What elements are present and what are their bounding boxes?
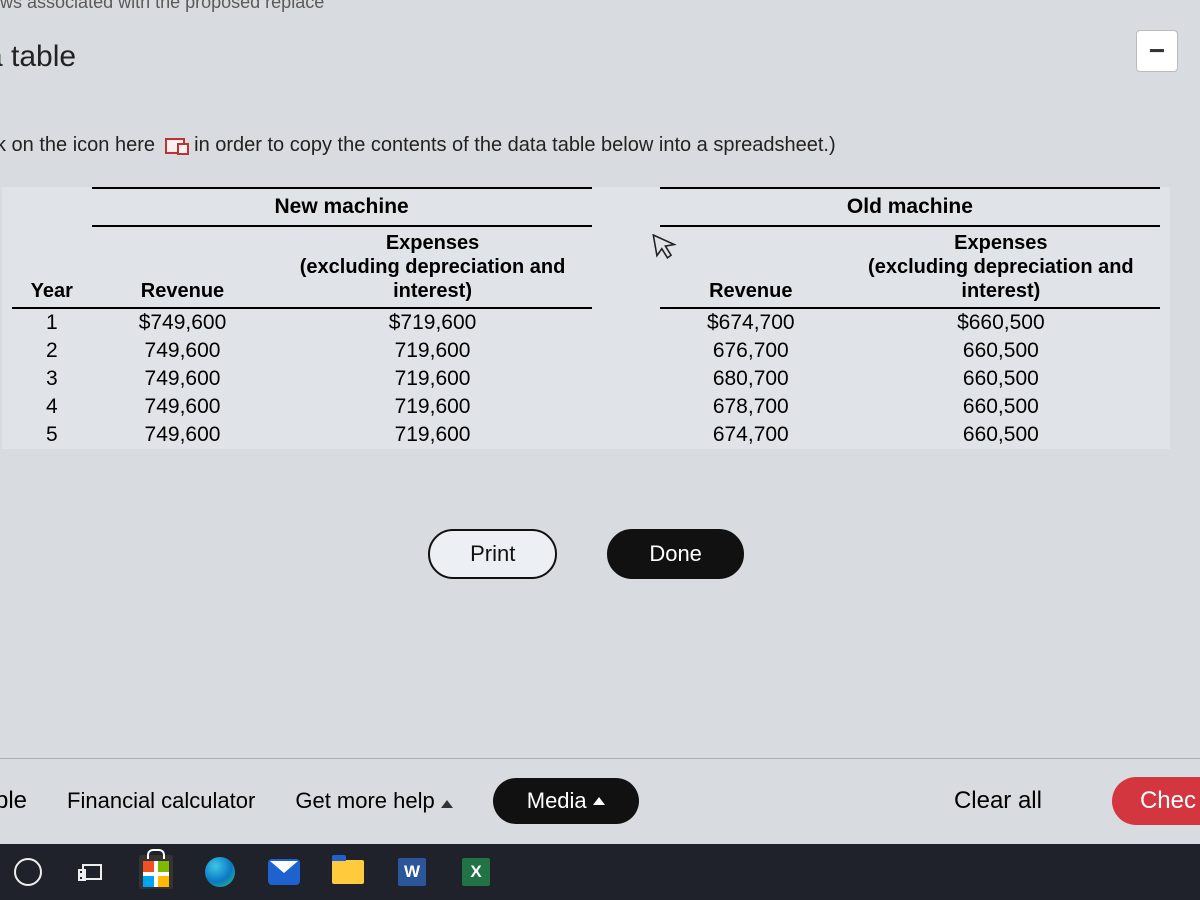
cell-new-revenue: 749,600 <box>92 337 274 365</box>
footer-toolbar: ple Financial calculator Get more help M… <box>0 758 1200 825</box>
check-button[interactable]: Chec <box>1112 777 1200 825</box>
header-new-machine: New machine <box>92 188 592 226</box>
file-explorer-icon[interactable] <box>330 854 366 890</box>
microsoft-store-icon[interactable] <box>138 854 174 890</box>
cell-new-revenue: 749,600 <box>92 421 274 449</box>
cell-new-expenses: 719,600 <box>273 421 591 449</box>
header-new-revenue: Revenue <box>92 226 274 308</box>
cell-old-revenue: 674,700 <box>660 421 842 449</box>
financial-calculator-link[interactable]: Financial calculator <box>67 788 255 814</box>
instruction-suffix: in order to copy the contents of the dat… <box>194 134 836 156</box>
task-view-icon[interactable] <box>74 854 110 890</box>
table-row: 2749,600719,600 676,700660,500 <box>12 337 1160 365</box>
data-table: New machine Old machine Year Revenue Exp… <box>2 187 1170 449</box>
cell-old-revenue: 676,700 <box>660 337 842 365</box>
done-button[interactable]: Done <box>607 529 744 579</box>
cell-old-expenses: 660,500 <box>842 393 1160 421</box>
cell-year: 1 <box>12 308 92 337</box>
edge-icon[interactable] <box>202 854 238 890</box>
cell-new-revenue: 749,600 <box>92 365 274 393</box>
cell-old-revenue: $674,700 <box>660 308 842 337</box>
cell-old-expenses: $660,500 <box>842 308 1160 337</box>
partial-text-top: Cash flows associated with the proposed … <box>0 0 324 13</box>
instruction-prefix: ck on the icon here <box>0 134 155 156</box>
media-dropdown[interactable]: Media <box>493 778 639 824</box>
page-title-fragment: a table <box>0 40 1190 74</box>
cell-old-expenses: 660,500 <box>842 337 1160 365</box>
cell-new-expenses: 719,600 <box>273 337 591 365</box>
table-row: 5749,600719,600 674,700660,500 <box>12 421 1160 449</box>
print-button[interactable]: Print <box>428 529 557 579</box>
cortana-circle-icon[interactable] <box>10 854 46 890</box>
table-row: 4749,600719,600 678,700660,500 <box>12 393 1160 421</box>
header-year: Year <box>12 226 92 308</box>
cell-year: 5 <box>12 421 92 449</box>
header-new-expenses: Expenses (excluding depreciation and int… <box>273 226 591 308</box>
cell-old-expenses: 660,500 <box>842 421 1160 449</box>
footer-ple-fragment[interactable]: ple <box>0 787 27 815</box>
header-old-machine: Old machine <box>660 188 1160 226</box>
cell-new-expenses: $719,600 <box>273 308 591 337</box>
cell-year: 3 <box>12 365 92 393</box>
windows-taskbar: W X <box>0 844 1200 900</box>
table-row: 3749,600719,600 680,700660,500 <box>12 365 1160 393</box>
word-icon[interactable]: W <box>394 854 430 890</box>
excel-icon[interactable]: X <box>458 854 494 890</box>
get-more-help-dropdown[interactable]: Get more help <box>295 788 452 814</box>
cell-old-expenses: 660,500 <box>842 365 1160 393</box>
cell-new-expenses: 719,600 <box>273 393 591 421</box>
cell-new-revenue: 749,600 <box>92 393 274 421</box>
caret-up-icon <box>593 797 605 805</box>
cell-new-expenses: 719,600 <box>273 365 591 393</box>
caret-up-icon <box>441 800 453 808</box>
clear-all-link[interactable]: Clear all <box>954 787 1042 815</box>
header-old-expenses: Expenses (excluding depreciation and int… <box>842 226 1160 308</box>
instruction-text: ck on the icon here in order to copy the… <box>0 134 1190 157</box>
cell-year: 2 <box>12 337 92 365</box>
cell-new-revenue: $749,600 <box>92 308 274 337</box>
table-row: 1$749,600$719,600 $674,700$660,500 <box>12 308 1160 337</box>
cell-old-revenue: 680,700 <box>660 365 842 393</box>
cell-year: 4 <box>12 393 92 421</box>
header-old-revenue: Revenue <box>660 226 842 308</box>
cell-old-revenue: 678,700 <box>660 393 842 421</box>
copy-icon[interactable] <box>165 138 185 154</box>
mail-icon[interactable] <box>266 854 302 890</box>
